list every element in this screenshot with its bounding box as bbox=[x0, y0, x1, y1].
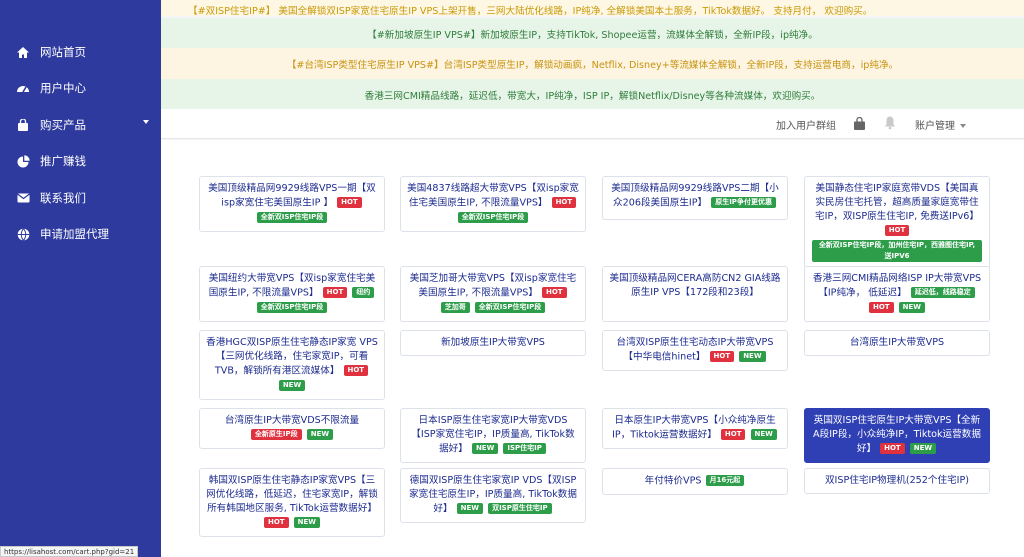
sidebar-item-label: 推广赚钱 bbox=[40, 154, 86, 168]
sidebar-item-label: 购买产品 bbox=[40, 118, 86, 132]
home-icon bbox=[16, 45, 30, 59]
tag-badge: 纽约 bbox=[352, 287, 375, 298]
new-badge: NEW bbox=[456, 503, 484, 514]
sidebar-item-agent[interactable]: 申请加盟代理 bbox=[0, 216, 161, 252]
new-badge: NEW bbox=[471, 443, 499, 454]
hot-badge: HOT bbox=[551, 197, 577, 208]
product-card[interactable]: 美国纽约大带宽VPS【双isp家宽住宅美国原生IP, 不限流量VPS】 HOT … bbox=[199, 266, 385, 322]
notice-singapore: 【#新加坡原生IP VPS#】新加坡原生IP，支持TikTok, Shopee运… bbox=[161, 18, 1024, 48]
product-title: 台湾原生IP大带宽VDS不限流量 bbox=[224, 415, 360, 426]
product-title: 美国顶级精品网CERA高防CN2 GIA线路原生IP VPS【172段和23段】 bbox=[609, 273, 781, 298]
sidebar-item-buy-products[interactable]: 购买产品 bbox=[0, 107, 161, 143]
new-badge: NEW bbox=[898, 301, 926, 313]
new-badge: NEW bbox=[909, 443, 937, 454]
product-title: 新加坡原生IP大带宽VPS bbox=[441, 337, 545, 348]
dashboard-icon bbox=[16, 81, 30, 95]
new-badge: NEW bbox=[739, 351, 766, 362]
tag-badge: 全新原生IP段 bbox=[250, 429, 302, 440]
hot-badge: HOT bbox=[337, 197, 362, 208]
tag-badge: 延迟低，线路稳定 bbox=[910, 287, 975, 298]
sidebar-item-home[interactable]: 网站首页 bbox=[0, 34, 161, 70]
notice-isp-residential: 【#双ISP住宅IP#】 美国全解锁双ISP家宽住宅原生IP VPS上架开售，三… bbox=[161, 0, 1024, 17]
hot-badge: HOT bbox=[263, 517, 289, 528]
product-grid: 美国顶级精品网9929线路VPS一期【双isp家宽住宅美国原生IP 】 HOT … bbox=[161, 140, 1024, 557]
sidebar-item-affiliate[interactable]: 推广赚钱 bbox=[0, 143, 161, 179]
join-user-group-link[interactable]: 加入用户群组 bbox=[776, 117, 836, 132]
tag-badge: 双ISP原生住宅IP bbox=[488, 503, 552, 514]
product-card[interactable]: 美国静态住宅IP家庭宽带VDS【美国真实民房住宅托管，超高质量家庭宽带住宅IP，… bbox=[804, 176, 990, 269]
notice-taiwan: 【#台湾ISP类型住宅原生IP VPS#】台湾ISP类型原生IP，解锁动画疯，N… bbox=[161, 48, 1024, 79]
hot-badge: HOT bbox=[541, 287, 567, 298]
product-card[interactable]: 美国顶级精品网CERA高防CN2 GIA线路原生IP VPS【172段和23段】 bbox=[602, 266, 788, 322]
sidebar-item-label: 用户中心 bbox=[40, 81, 86, 95]
sidebar-item-label: 申请加盟代理 bbox=[40, 227, 109, 241]
product-card[interactable]: 美国顶级精品网9929线路VPS一期【双isp家宽住宅美国原生IP 】 HOT … bbox=[199, 176, 385, 232]
product-title: 年付特价VPS bbox=[644, 475, 702, 487]
product-card[interactable]: 日本原生IP大带宽VPS【小众纯净原生IP，Tiktok运营数据好】 HOT N… bbox=[602, 408, 788, 449]
product-card[interactable]: 美国芝加哥大带宽VPS【双isp家宽住宅美国原生IP, 不限流量VPS】 HOT… bbox=[400, 266, 586, 322]
hot-badge: HOT bbox=[868, 301, 894, 313]
envelope-icon bbox=[16, 191, 30, 205]
product-card[interactable]: 香港三网CMI精品网络ISP IP大带宽VPS【IP纯净， 低延迟】 延迟低，线… bbox=[804, 266, 990, 322]
tag-badge: ISP住宅IP bbox=[503, 443, 546, 454]
tag-badge: 原生IP争付更优惠 bbox=[711, 197, 776, 208]
hot-badge: HOT bbox=[720, 429, 746, 440]
product-title: 韩国双ISP原生住宅静态IP家宽VPS【三网优化线路，低延迟，住宅家宽IP，解锁… bbox=[206, 475, 378, 514]
notice-hongkong: 香港三网CMI精品线路，延迟低，带宽大，IP纯净，ISP IP，解锁Netfli… bbox=[161, 79, 1024, 109]
hot-badge: HOT bbox=[709, 351, 735, 362]
new-badge: NEW bbox=[278, 379, 306, 391]
tag-badge: 全新双ISP住宅IP段 bbox=[474, 301, 546, 313]
top-toolbar: 加入用户群组 账户管理 bbox=[161, 109, 1024, 139]
tag-badge: 全新双ISP住宅IP段 bbox=[256, 211, 328, 223]
product-card[interactable]: 香港HGC双ISP原生住宅静态IP家宽 VPS【三网优化线路，住宅家宽IP，可看… bbox=[199, 330, 385, 400]
new-badge: NEW bbox=[306, 429, 334, 440]
product-card[interactable]: 美国4837线路超大带宽VPS【双isp家宽住宅美国原生IP, 不限流量VPS】… bbox=[400, 176, 586, 232]
hot-badge: HOT bbox=[343, 365, 369, 376]
tag-badge: 月16元起 bbox=[705, 475, 745, 486]
bell-icon[interactable] bbox=[884, 115, 896, 134]
product-card[interactable]: 台湾原生IP大带宽VDS不限流量 全新原生IP段 NEW bbox=[199, 408, 385, 449]
tag-badge: 芝加哥 bbox=[440, 301, 470, 313]
cart-icon[interactable] bbox=[853, 116, 866, 135]
sidebar: 网站首页 用户中心 购买产品 推广赚钱 联系我们 申请加盟代理 bbox=[0, 0, 161, 557]
sidebar-item-label: 联系我们 bbox=[40, 191, 86, 205]
shopping-bag-icon bbox=[16, 118, 30, 132]
product-card[interactable]: 韩国双ISP原生住宅静态IP家宽VPS【三网优化线路，低延迟，住宅家宽IP，解锁… bbox=[199, 468, 385, 537]
sidebar-item-label: 网站首页 bbox=[40, 45, 86, 59]
product-card[interactable]: 台湾原生IP大带宽VPS bbox=[804, 330, 990, 356]
globe-icon bbox=[16, 227, 30, 241]
hot-badge: HOT bbox=[880, 443, 905, 454]
product-card[interactable]: 日本ISP原生住宅家宽IP大带宽VDS【ISP家宽住宅IP，IP质量高, Tik… bbox=[400, 408, 586, 463]
tag-badge: 全新双ISP住宅IP段，加州住宅IP，西雅图住宅IP,送IPV6 bbox=[812, 239, 982, 262]
chevron-down-icon bbox=[960, 124, 966, 128]
sidebar-item-user-center[interactable]: 用户中心 bbox=[0, 70, 161, 106]
product-title: 美国静态住宅IP家庭宽带VDS【美国真实民房住宅托管，超高质量家庭宽带住宅IP，… bbox=[815, 183, 979, 222]
chevron-down-icon bbox=[143, 120, 149, 124]
tag-badge: 全新双ISP住宅IP段 bbox=[457, 211, 529, 223]
product-card[interactable]: 德国双ISP原生住宅家宽IP VDS【双ISP家宽住宅原生IP，IP质量高, T… bbox=[400, 468, 586, 523]
product-card[interactable]: 台湾双ISP原生住宅动态IP大带宽VPS【中华电信hinet】 HOT NEW bbox=[602, 330, 788, 371]
product-card[interactable]: 英国双ISP住宅原生IP大带宽VPS【全新A段IP段，小众纯净IP，Tiktok… bbox=[804, 408, 990, 463]
account-menu[interactable]: 账户管理 bbox=[915, 117, 966, 132]
product-card[interactable]: 年付特价VPS 月16元起 bbox=[602, 468, 788, 495]
pie-chart-icon bbox=[16, 154, 30, 168]
new-badge: NEW bbox=[293, 517, 321, 528]
product-card[interactable]: 双ISP住宅IP物理机(252个住宅IP) bbox=[804, 468, 990, 494]
status-bar-url: https://lisahost.com/cart.php?gid=21 bbox=[0, 546, 139, 557]
sidebar-item-contact[interactable]: 联系我们 bbox=[0, 180, 161, 216]
product-title: 双ISP住宅IP物理机(252个住宅IP) bbox=[824, 475, 970, 486]
hot-badge: HOT bbox=[884, 225, 910, 236]
new-badge: NEW bbox=[750, 429, 777, 440]
product-card[interactable]: 新加坡原生IP大带宽VPS bbox=[400, 330, 586, 356]
product-card[interactable]: 美国顶级精品网9929线路VPS二期【小众206段美国原生IP】 原生IP争付更… bbox=[602, 176, 788, 220]
hot-badge: HOT bbox=[322, 287, 348, 298]
product-title: 台湾原生IP大带宽VPS bbox=[849, 337, 945, 348]
tag-badge: 全新双ISP住宅IP段 bbox=[256, 301, 328, 313]
product-title: 美国纽约大带宽VPS【双isp家宽住宅美国原生IP, 不限流量VPS】 bbox=[208, 273, 376, 299]
